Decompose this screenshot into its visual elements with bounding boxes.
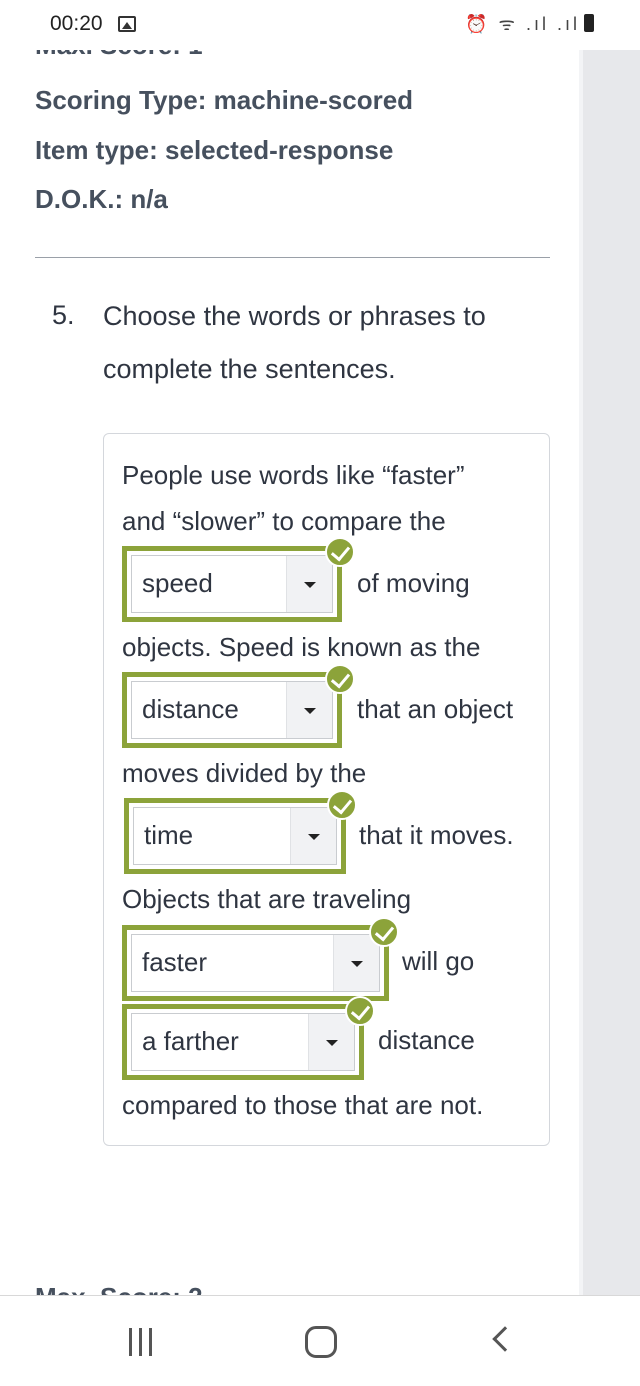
passage-card: People use words like “faster” and “slow… <box>103 433 550 1146</box>
system-nav-bar <box>0 1295 640 1386</box>
passage-text: of moving <box>357 568 470 598</box>
answer-dropdown-5[interactable]: a farther <box>122 1004 364 1080</box>
question-prompt-line: complete the sentences. <box>103 354 396 384</box>
home-icon[interactable] <box>305 1326 337 1358</box>
passage-text: distance <box>378 1025 475 1055</box>
question-prompt-line: Choose the words or phrases to <box>103 301 486 331</box>
caret-down-icon <box>308 834 320 840</box>
dropdown-toggle[interactable] <box>286 556 332 612</box>
passage-text: moves divided by the <box>122 758 367 788</box>
divider <box>35 257 550 258</box>
caret-down-icon <box>326 1040 338 1046</box>
passage-text: that it moves. <box>359 820 514 850</box>
dropdown-toggle[interactable] <box>308 1014 354 1070</box>
dropdown-value: time <box>144 820 194 850</box>
answer-dropdown-2[interactable]: distance <box>122 672 342 748</box>
passage-text: Objects that are traveling <box>122 884 412 914</box>
correct-check-icon <box>325 664 355 694</box>
caret-down-icon <box>351 961 363 967</box>
status-icons: ⏰ ᯤ .ıl .ıl <box>465 12 594 36</box>
correct-check-icon <box>369 917 399 947</box>
passage-text: that an object <box>357 694 514 724</box>
back-icon[interactable] <box>492 1326 518 1352</box>
correct-check-icon <box>325 537 355 567</box>
item-type-label: Item type: selected-response <box>35 135 394 165</box>
passage-text: compared to those that are not. <box>122 1090 484 1120</box>
caret-down-icon <box>304 708 316 714</box>
dropdown-value: a farther <box>142 1026 239 1056</box>
dropdown-value: speed <box>142 568 213 598</box>
question-prompt: Choose the words or phrases to complete … <box>103 290 543 396</box>
correct-check-icon <box>327 790 357 820</box>
dropdown-value: faster <box>142 947 208 977</box>
gallery-icon <box>118 16 136 32</box>
dropdown-value: distance <box>142 694 239 724</box>
question-number: 5. <box>52 300 75 330</box>
battery-icon <box>584 14 594 32</box>
dropdown-toggle[interactable] <box>290 808 336 864</box>
dropdown-toggle[interactable] <box>286 682 332 738</box>
passage-text: objects. Speed is known as the <box>122 632 481 662</box>
status-time: 00:20 <box>50 12 103 35</box>
answer-dropdown-3[interactable]: time <box>124 798 346 874</box>
next-item-label-cut: Max. Score: 2 <box>35 1282 235 1295</box>
dropdown-toggle[interactable] <box>333 935 379 991</box>
correct-check-icon <box>345 996 375 1026</box>
answer-dropdown-1[interactable]: speed <box>122 546 342 622</box>
passage-text: will go <box>402 946 475 976</box>
caret-down-icon <box>304 582 316 588</box>
passage-text: People use words like “faster” <box>122 460 465 490</box>
scoring-type-label: Scoring Type: machine-scored <box>35 85 414 115</box>
passage-text: and “slower” to compare the <box>122 506 446 536</box>
recents-icon[interactable] <box>127 1328 157 1356</box>
signal-icons: ⏰ ᯤ .ıl .ıl <box>465 14 580 34</box>
status-bar: 00:20 ⏰ ᯤ .ıl .ıl <box>0 0 640 50</box>
dok-label: D.O.K.: n/a <box>35 184 168 214</box>
answer-dropdown-4[interactable]: faster <box>122 925 389 1001</box>
scroll-rail <box>583 50 640 1295</box>
